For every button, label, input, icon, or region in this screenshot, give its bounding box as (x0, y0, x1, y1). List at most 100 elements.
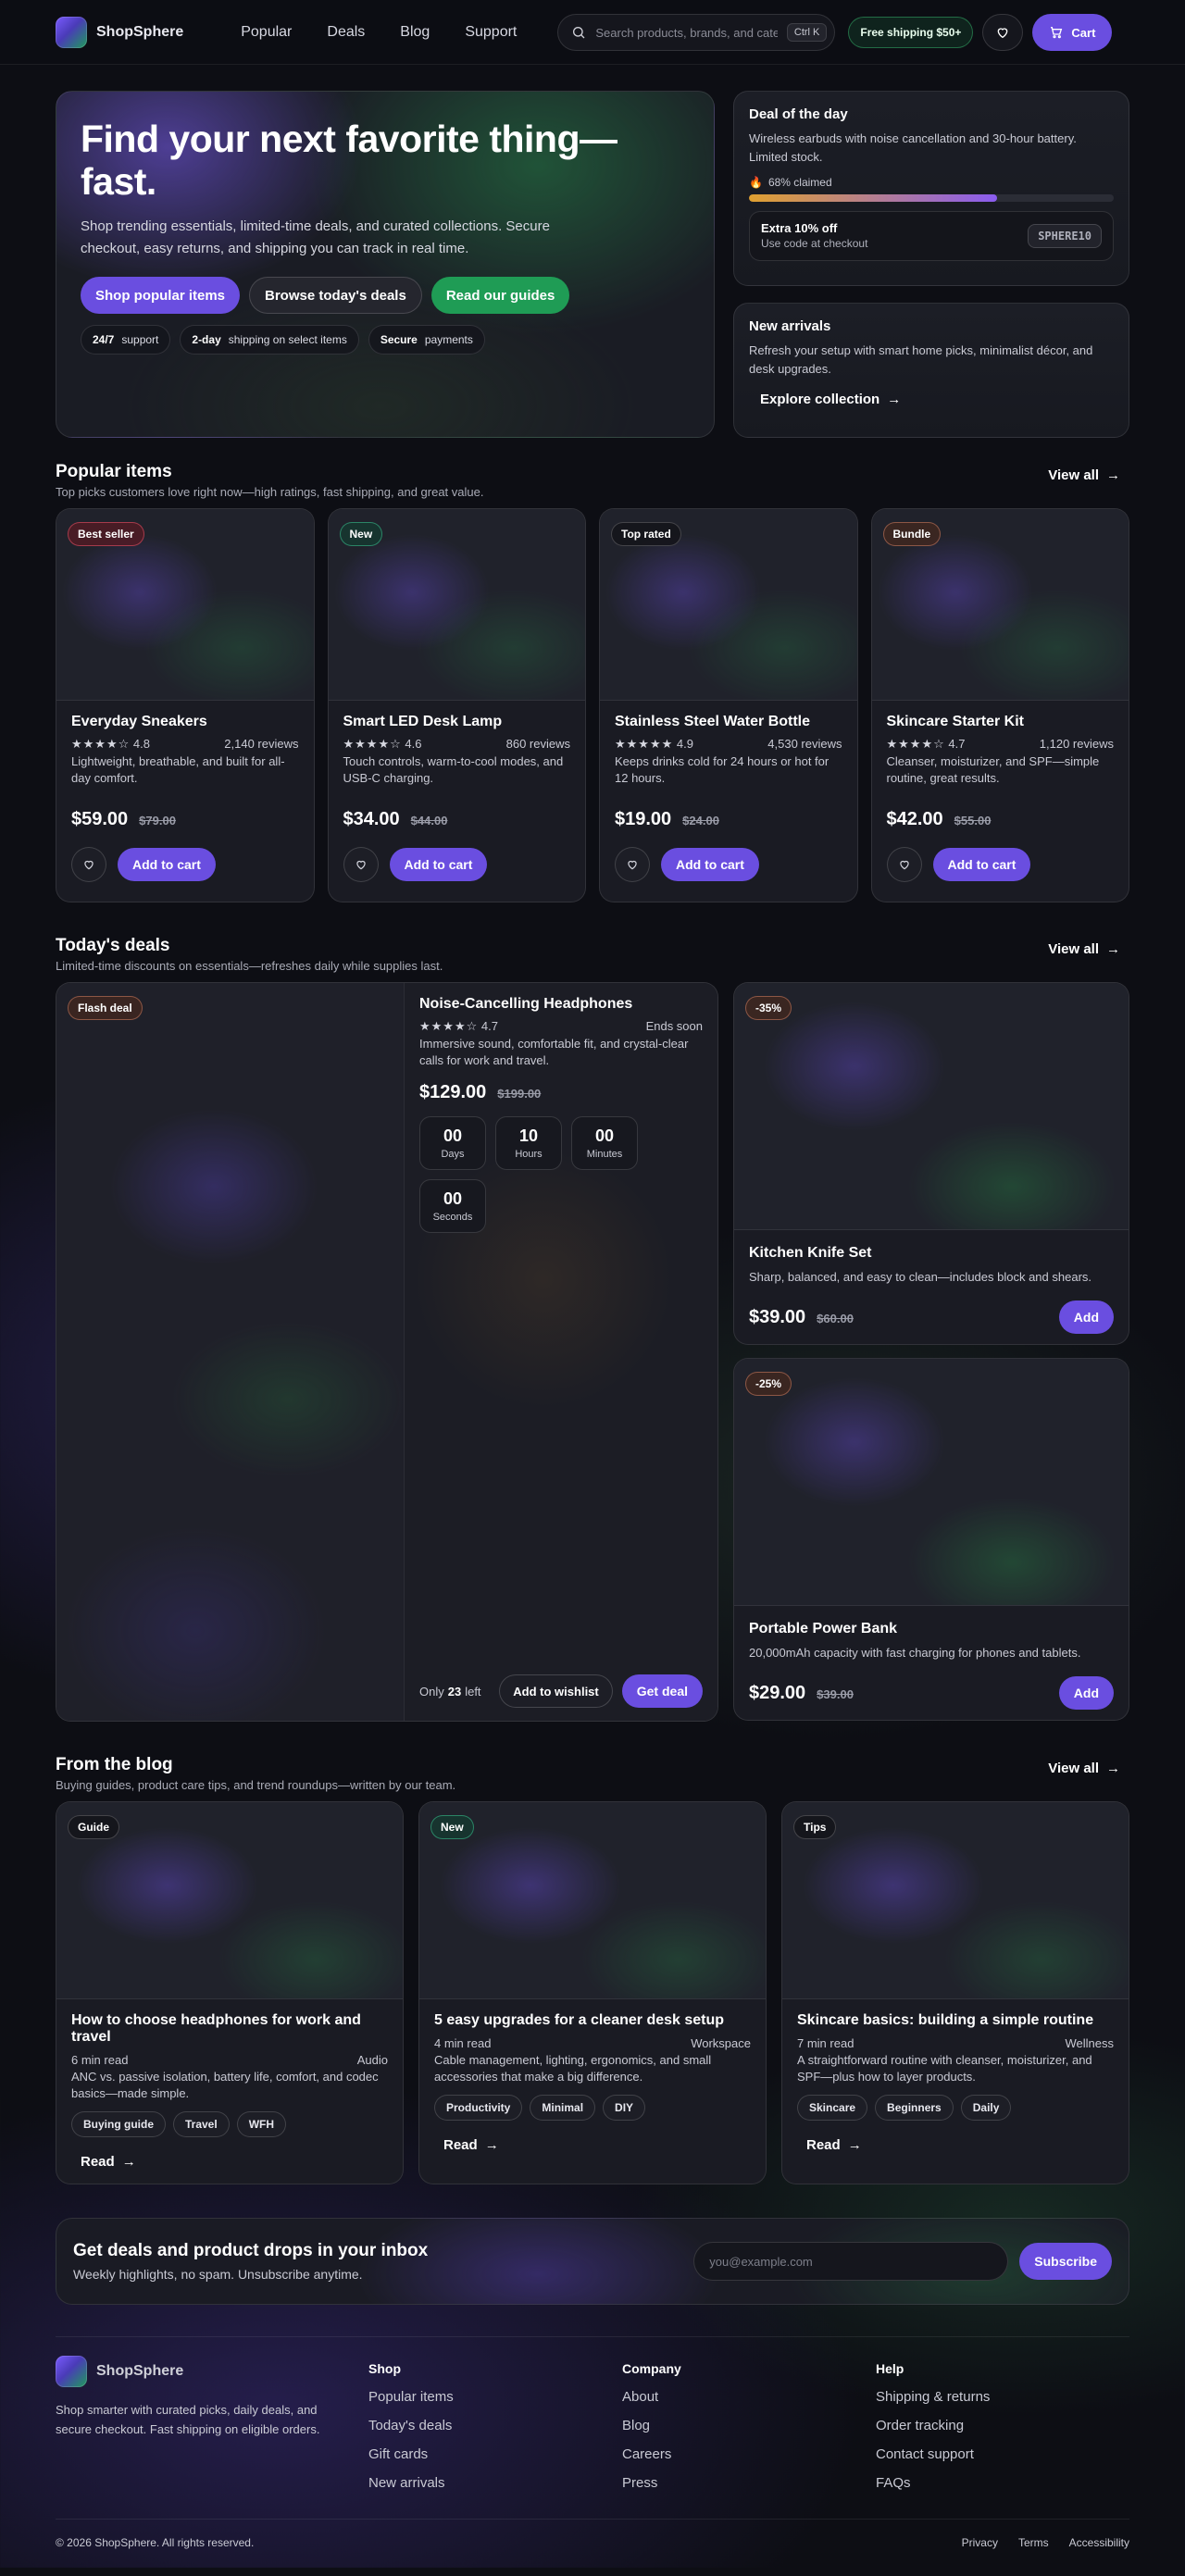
footer-link[interactable]: Gift cards (368, 2446, 622, 2462)
nav-support[interactable]: Support (465, 24, 517, 41)
tag-chip[interactable]: WFH (236, 2111, 287, 2137)
blog-post-title[interactable]: How to choose headphones for work and tr… (71, 2012, 388, 2046)
add-button[interactable]: Add (1058, 1300, 1114, 1334)
read-link[interactable]: Read → (81, 2154, 136, 2170)
tag-chip[interactable]: Skincare (797, 2095, 868, 2121)
product-badge: New (339, 522, 383, 546)
blog-post-title[interactable]: 5 easy upgrades for a cleaner desk setup (434, 2012, 751, 2029)
footer-link[interactable]: New arrivals (368, 2475, 622, 2491)
footer-link[interactable]: Order tracking (876, 2418, 1129, 2433)
cart-button[interactable]: Cart (1032, 14, 1113, 51)
product-card[interactable]: Top rated Stainless Steel Water Bottle ★… (599, 508, 858, 902)
shop-popular-button[interactable]: Shop popular items (81, 277, 241, 314)
footer-link[interactable]: Today's deals (368, 2418, 622, 2433)
newsletter-title: Get deals and product drops in your inbo… (73, 2241, 429, 2260)
privacy-link[interactable]: Privacy (962, 2536, 998, 2549)
product-card[interactable]: New Smart LED Desk Lamp ★★★★☆ 4.6 860 re… (327, 508, 586, 902)
tag-chip[interactable]: Beginners (875, 2095, 954, 2121)
product-name[interactable]: Stainless Steel Water Bottle (615, 714, 842, 730)
search-input[interactable] (595, 25, 778, 40)
add-to-cart-button[interactable]: Add to cart (932, 848, 1031, 881)
read-link[interactable]: Read → (443, 2137, 499, 2153)
rating-value: 4.7 (480, 1019, 498, 1033)
blog-card[interactable]: Guide How to choose headphones for work … (56, 1801, 404, 2184)
product-card[interactable]: Bundle Skincare Starter Kit ★★★★☆ 4.7 1,… (870, 508, 1129, 902)
nav-popular[interactable]: Popular (241, 24, 292, 41)
footer-link[interactable]: Press (622, 2475, 876, 2491)
wishlist-toggle-button[interactable] (343, 847, 379, 882)
footer-link[interactable]: FAQs (876, 2475, 1129, 2491)
read-link[interactable]: Read → (806, 2137, 862, 2153)
footer-link[interactable]: Shipping & returns (876, 2389, 1129, 2405)
tag-chip[interactable]: Buying guide (71, 2111, 166, 2137)
blog-view-all-link[interactable]: View all → (1048, 1761, 1120, 1776)
deal-card[interactable]: -35% Kitchen Knife Set Sharp, balanced, … (733, 982, 1129, 1345)
view-all-label: View all (1048, 467, 1099, 483)
footer-link[interactable]: Contact support (876, 2446, 1129, 2462)
accessibility-link[interactable]: Accessibility (1069, 2536, 1129, 2549)
product-image: Top rated (600, 509, 857, 701)
wishlist-button[interactable] (982, 14, 1024, 51)
tag-chip[interactable]: Productivity (434, 2095, 523, 2121)
email-field[interactable] (693, 2242, 1009, 2281)
explore-collection-link[interactable]: Explore collection → (749, 392, 901, 407)
add-button[interactable]: Add (1058, 1676, 1114, 1710)
subscribe-button[interactable]: Subscribe (1019, 2243, 1112, 2280)
product-name[interactable]: Everyday Sneakers (71, 714, 299, 730)
cart-label: Cart (1071, 25, 1096, 40)
product-image: New (328, 509, 585, 701)
product-name[interactable]: Smart LED Desk Lamp (343, 714, 571, 730)
footer-link[interactable]: About (622, 2389, 876, 2405)
browse-deals-button[interactable]: Browse today's deals (249, 277, 422, 314)
blog-card[interactable]: New 5 easy upgrades for a cleaner desk s… (418, 1801, 767, 2184)
deal-card[interactable]: -25% Portable Power Bank 20,000mAh capac… (733, 1358, 1129, 1721)
search-shortcut: Ctrl K (786, 23, 828, 42)
brand-logo-link[interactable]: ShopSphere (56, 17, 183, 48)
nav-blog[interactable]: Blog (400, 24, 430, 41)
wishlist-toggle-button[interactable] (886, 847, 922, 882)
product-card[interactable]: Best seller Everyday Sneakers ★★★★☆ 4.8 … (56, 508, 315, 902)
popular-section: Popular items Top picks customers love r… (56, 462, 1129, 902)
footer-brand-link[interactable]: ShopSphere (56, 2356, 368, 2387)
wishlist-toggle-button[interactable] (615, 847, 650, 882)
wishlist-toggle-button[interactable] (71, 847, 106, 882)
read-guides-button[interactable]: Read our guides (430, 277, 570, 314)
tag-chip[interactable]: DIY (603, 2095, 646, 2121)
add-to-wishlist-button[interactable]: Add to wishlist (499, 1674, 613, 1708)
deal-name[interactable]: Portable Power Bank (749, 1621, 1114, 1637)
legal-links: Privacy Terms Accessibility (962, 2536, 1129, 2549)
blog-grid: Guide How to choose headphones for work … (56, 1801, 1129, 2184)
deals-view-all-link[interactable]: View all → (1048, 941, 1120, 957)
tag-chip[interactable]: Travel (173, 2111, 230, 2137)
popular-view-all-link[interactable]: View all → (1048, 467, 1120, 483)
price-row: $34.00 $44.00 (343, 809, 571, 830)
footer-link[interactable]: Careers (622, 2446, 876, 2462)
blog-card[interactable]: Tips Skincare basics: building a simple … (781, 1801, 1129, 2184)
blog-image: Guide (56, 1802, 403, 1999)
footer-link[interactable]: Popular items (368, 2389, 622, 2405)
discount-badge: -35% (745, 996, 792, 1020)
terms-link[interactable]: Terms (1018, 2536, 1049, 2549)
blog-body: 5 easy upgrades for a cleaner desk setup… (419, 1999, 766, 2167)
blog-image: New (419, 1802, 766, 1999)
add-to-cart-button[interactable]: Add to cart (118, 848, 216, 881)
blog-section: From the blog Buying guides, product car… (56, 1755, 1129, 2184)
footer-link[interactable]: Blog (622, 2418, 876, 2433)
blog-header: From the blog Buying guides, product car… (56, 1755, 1129, 1792)
read-label: Read (81, 2154, 115, 2170)
countdown-timer: 00 Days 10 Hours 00 Minutes 00 Seconds (419, 1116, 651, 1233)
footer-column: Help Shipping & returns Order tracking Con… (876, 2356, 1129, 2504)
promo-code[interactable]: SPHERE10 (1028, 224, 1102, 248)
tag-chip[interactable]: Minimal (530, 2095, 596, 2121)
add-to-cart-button[interactable]: Add to cart (389, 848, 488, 881)
get-deal-button[interactable]: Get deal (621, 1674, 703, 1708)
add-to-cart-button[interactable]: Add to cart (661, 848, 759, 881)
product-name[interactable]: Skincare Starter Kit (887, 714, 1115, 730)
nav-deals[interactable]: Deals (327, 24, 365, 41)
search-icon (573, 27, 585, 39)
blog-desc: ANC vs. passive isolation, battery life,… (71, 2070, 379, 2100)
blog-post-title[interactable]: Skincare basics: building a simple routi… (797, 2012, 1114, 2029)
deal-name[interactable]: Kitchen Knife Set (749, 1245, 1114, 1262)
blog-meta: 7 min read Wellness (797, 2036, 1114, 2050)
tag-chip[interactable]: Daily (960, 2095, 1012, 2121)
